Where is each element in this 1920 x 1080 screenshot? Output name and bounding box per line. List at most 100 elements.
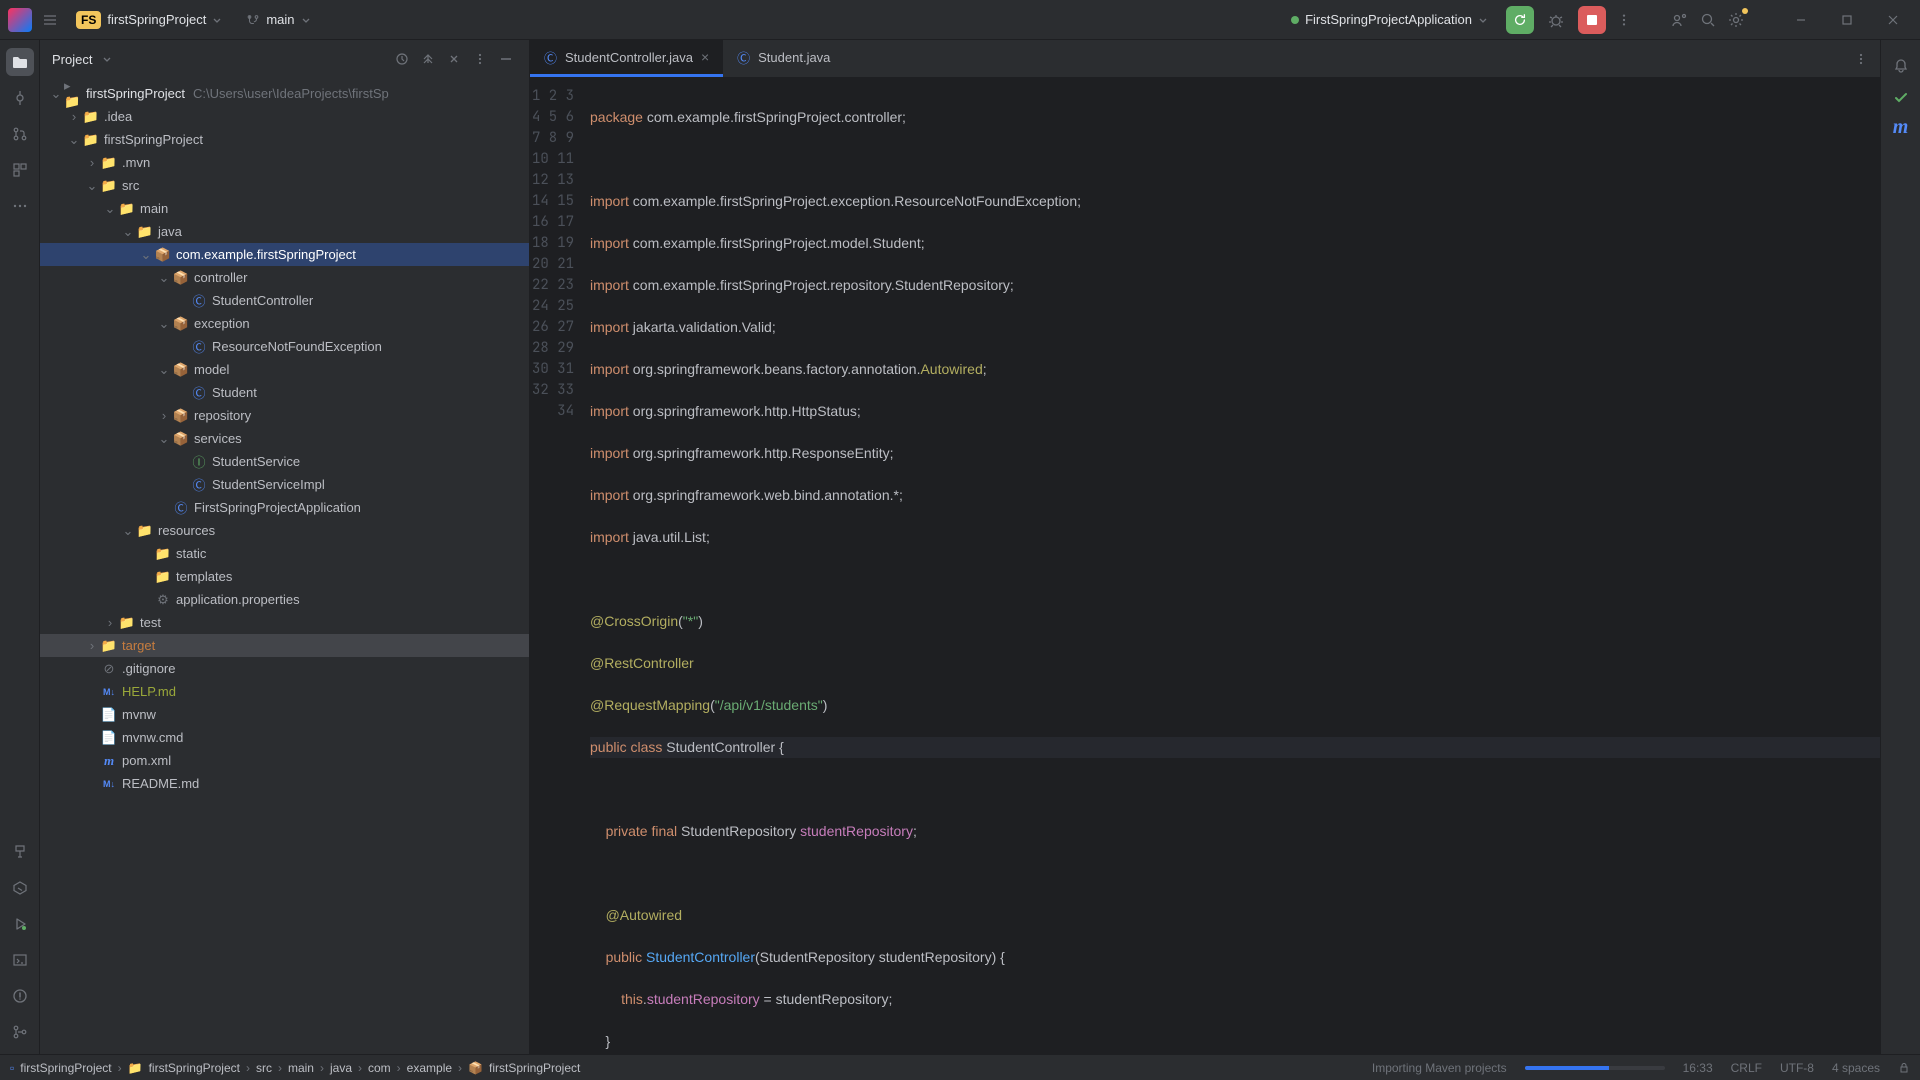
right-stripe: m [1880, 40, 1920, 1054]
services-tool-button[interactable] [6, 874, 34, 902]
select-opened-file-icon[interactable] [391, 48, 413, 70]
chevron-down-icon[interactable] [102, 54, 112, 64]
more-icon[interactable] [1614, 10, 1634, 30]
panel-options-icon[interactable] [469, 48, 491, 70]
chevron-down-icon [212, 15, 222, 25]
intellij-logo [8, 8, 32, 32]
branch-icon [246, 13, 260, 27]
tree-node[interactable]: ⌄📦model [40, 358, 529, 381]
tree-node[interactable]: ⌄📁resources [40, 519, 529, 542]
run-status-dot [1291, 16, 1299, 24]
line-separator[interactable]: CRLF [1731, 1061, 1762, 1075]
maximize-button[interactable] [1828, 1, 1866, 39]
tree-node[interactable]: ›📁target [40, 634, 529, 657]
readonly-icon[interactable] [1898, 1062, 1910, 1074]
cursor-position[interactable]: 16:33 [1683, 1061, 1713, 1075]
encoding[interactable]: UTF-8 [1780, 1061, 1814, 1075]
close-button[interactable] [1874, 1, 1912, 39]
tree-node[interactable]: 📁templates [40, 565, 529, 588]
gutter[interactable]: 1 2 3 4 5 6 7 8 9 10 11 12 13 14 15 16 1… [530, 78, 590, 1054]
settings-icon[interactable] [1726, 10, 1746, 30]
tree-node[interactable]: ⌄📁main [40, 197, 529, 220]
collapse-all-icon[interactable] [443, 48, 465, 70]
tree-node[interactable]: ⌄📁firstSpringProject [40, 128, 529, 151]
editor-area: Ⓒ StudentController.java × Ⓒ Student.jav… [530, 40, 1880, 1054]
minimize-button[interactable] [1782, 1, 1820, 39]
run-tool-button[interactable] [6, 910, 34, 938]
inspection-ok-icon[interactable] [1893, 90, 1909, 106]
breadcrumb[interactable]: ▫ firstSpringProject› 📁firstSpringProjec… [10, 1061, 580, 1075]
hide-panel-icon[interactable] [495, 48, 517, 70]
maven-tool-button[interactable]: m [1893, 116, 1909, 139]
tree-node[interactable]: ⒸFirstSpringProjectApplication [40, 496, 529, 519]
more-tools-button[interactable] [6, 192, 34, 220]
stop-icon [1587, 15, 1597, 25]
titlebar: FS firstSpringProject main FirstSpringPr… [0, 0, 1920, 40]
tab-studentcontroller[interactable]: Ⓒ StudentController.java × [530, 40, 723, 77]
problems-tool-button[interactable] [6, 982, 34, 1010]
debug-button[interactable] [1542, 6, 1570, 34]
tree-node[interactable]: ⒾStudentService [40, 450, 529, 473]
expand-all-icon[interactable] [417, 48, 439, 70]
tree-node[interactable]: ⒸStudentServiceImpl [40, 473, 529, 496]
tree-node[interactable]: ⌄📦controller [40, 266, 529, 289]
project-panel: Project ⌄▸📁 firstSpringProject C:\Users\… [40, 40, 530, 1054]
run-config-name: FirstSpringProjectApplication [1305, 12, 1472, 27]
tree-node[interactable]: ⒸStudentController [40, 289, 529, 312]
class-icon: Ⓒ [737, 48, 750, 67]
tree-node-root[interactable]: ⌄▸📁 firstSpringProject C:\Users\user\Ide… [40, 82, 529, 105]
structure-tool-button[interactable] [6, 156, 34, 184]
project-tree[interactable]: ⌄▸📁 firstSpringProject C:\Users\user\Ide… [40, 78, 529, 1054]
run-config-selector[interactable]: FirstSpringProjectApplication [1281, 8, 1498, 31]
tree-node[interactable]: M↓README.md [40, 772, 529, 795]
tree-node[interactable]: M↓HELP.md [40, 680, 529, 703]
status-task[interactable]: Importing Maven projects [1372, 1061, 1507, 1075]
tree-node[interactable]: ⌄📁src [40, 174, 529, 197]
search-icon[interactable] [1698, 10, 1718, 30]
hamburger-icon[interactable] [40, 10, 60, 30]
class-icon: Ⓒ [544, 48, 557, 67]
tree-node[interactable]: mpom.xml [40, 749, 529, 772]
tree-node[interactable]: ›📁test [40, 611, 529, 634]
chevron-down-icon [1478, 15, 1488, 25]
tree-node[interactable]: 📁static [40, 542, 529, 565]
terminal-tool-button[interactable] [6, 946, 34, 974]
project-tool-button[interactable] [6, 48, 34, 76]
vcs-tool-button[interactable] [6, 1018, 34, 1046]
tree-node[interactable]: 📄mvnw [40, 703, 529, 726]
bookmarks-tool-button[interactable] [6, 838, 34, 866]
progress-bar[interactable] [1525, 1066, 1665, 1070]
tree-node[interactable]: 📄mvnw.cmd [40, 726, 529, 749]
branch-selector[interactable]: main [238, 8, 318, 31]
tab-student[interactable]: Ⓒ Student.java [723, 40, 844, 77]
panel-title: Project [52, 52, 92, 67]
tree-node[interactable]: ›📁.idea [40, 105, 529, 128]
tree-node[interactable]: ⒸStudent [40, 381, 529, 404]
close-icon[interactable]: × [701, 49, 709, 65]
tree-node[interactable]: ⌄📦exception [40, 312, 529, 335]
editor-tabs: Ⓒ StudentController.java × Ⓒ Student.jav… [530, 40, 1880, 78]
panel-header: Project [40, 40, 529, 78]
notifications-button[interactable] [1887, 52, 1915, 80]
project-name: firstSpringProject [107, 12, 206, 27]
project-selector[interactable]: FS firstSpringProject [68, 7, 230, 33]
tree-node[interactable]: ⊘.gitignore [40, 657, 529, 680]
tree-node[interactable]: ⌄📦services [40, 427, 529, 450]
tree-node[interactable]: ›📁.mvn [40, 151, 529, 174]
tab-label: Student.java [758, 50, 830, 65]
stop-button[interactable] [1578, 6, 1606, 34]
tree-node[interactable]: ⌄📁java [40, 220, 529, 243]
tree-node-selected[interactable]: ⌄📦com.example.firstSpringProject [40, 243, 529, 266]
tab-options-icon[interactable] [1850, 48, 1872, 70]
commit-tool-button[interactable] [6, 84, 34, 112]
bug-icon [1548, 12, 1564, 28]
code-editor[interactable]: package com.example.firstSpringProject.c… [590, 78, 1880, 1054]
indent[interactable]: 4 spaces [1832, 1061, 1880, 1075]
run-button[interactable] [1506, 6, 1534, 34]
statusbar: ▫ firstSpringProject› 📁firstSpringProjec… [0, 1054, 1920, 1080]
code-with-me-icon[interactable] [1670, 10, 1690, 30]
tree-node[interactable]: ⚙application.properties [40, 588, 529, 611]
tree-node[interactable]: ›📦repository [40, 404, 529, 427]
tree-node[interactable]: ⒸResourceNotFoundException [40, 335, 529, 358]
pull-requests-tool-button[interactable] [6, 120, 34, 148]
